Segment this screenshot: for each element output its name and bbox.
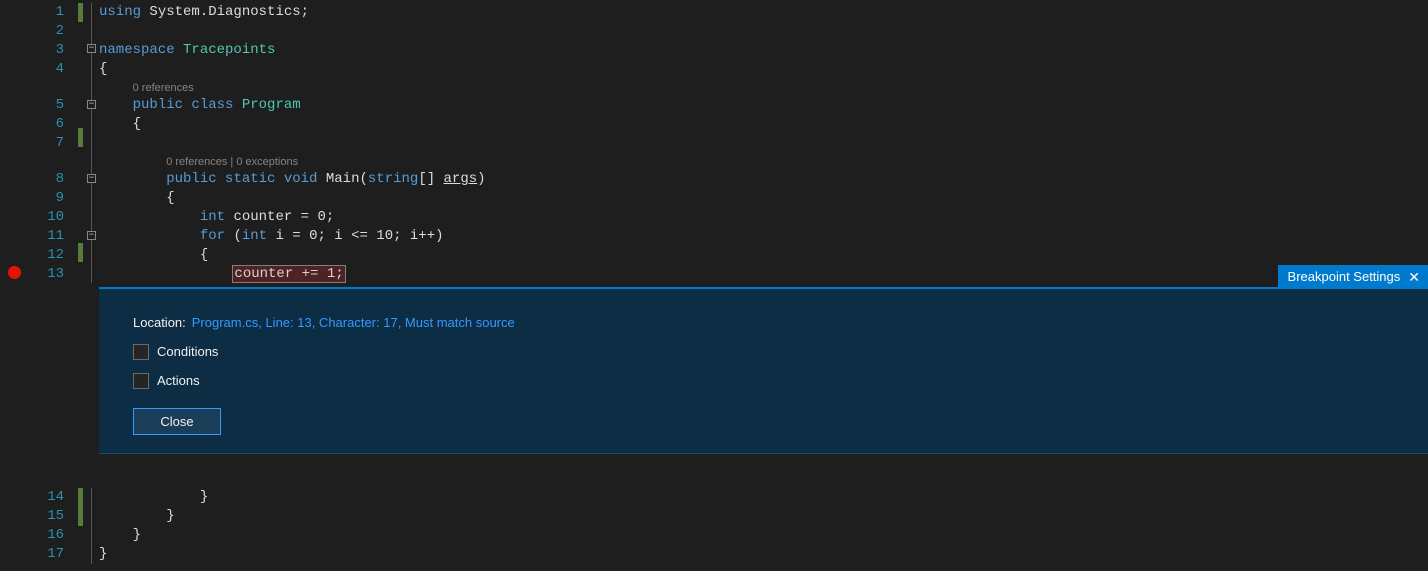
- line-number: 14: [28, 488, 64, 507]
- keyword: public: [133, 97, 183, 113]
- line-number-gutter: 14 15 16 17: [28, 488, 78, 568]
- line-number: 3: [28, 41, 64, 60]
- outline-gutter[interactable]: − − − −: [85, 0, 99, 571]
- conditions-label: Conditions: [157, 342, 218, 361]
- codelens[interactable]: 0 references | 0 exceptions: [166, 156, 298, 168]
- outline-gutter[interactable]: [85, 488, 99, 568]
- code-text: []: [418, 171, 443, 187]
- code-text: counter = 0;: [225, 209, 334, 225]
- brace: {: [133, 116, 141, 132]
- brace: }: [166, 508, 174, 524]
- change-mark: [78, 128, 83, 147]
- line-number: 9: [28, 189, 64, 208]
- highlighted-statement: counter += 1;: [233, 266, 344, 282]
- change-indicator-gutter: [78, 0, 85, 571]
- fold-toggle-icon[interactable]: −: [87, 231, 96, 240]
- type-name: Program: [233, 97, 300, 113]
- change-mark: [78, 243, 83, 262]
- change-indicator-gutter: [78, 488, 85, 568]
- brace: }: [99, 546, 107, 562]
- keyword: int: [242, 228, 267, 244]
- method-name: Main(: [317, 171, 367, 187]
- fold-toggle-icon[interactable]: −: [87, 44, 96, 53]
- location-label: Location:: [133, 313, 186, 332]
- code-text: System.Diagnostics;: [141, 4, 309, 20]
- line-number: 10: [28, 208, 64, 227]
- code-content[interactable]: } } } }: [99, 488, 208, 568]
- code-editor: 1 2 3 4 5 6 7 8 9 10 11 12 13 − − − − us…: [0, 0, 1428, 571]
- breakpoint-icon[interactable]: [8, 266, 21, 279]
- change-mark: [78, 488, 83, 526]
- keyword: class: [183, 97, 233, 113]
- line-number: 5: [28, 96, 64, 115]
- brace: }: [200, 489, 208, 505]
- glyph-margin[interactable]: [0, 488, 28, 568]
- glyph-margin[interactable]: [0, 0, 28, 571]
- code-content[interactable]: using System.Diagnostics; namespace Trac…: [99, 0, 1428, 571]
- actions-checkbox[interactable]: [133, 373, 149, 389]
- code-text: (: [225, 228, 242, 244]
- line-number: 2: [28, 22, 64, 41]
- keyword: string: [368, 171, 418, 187]
- param-name: args: [444, 171, 478, 187]
- fold-toggle-icon[interactable]: −: [87, 174, 96, 183]
- keyword: using: [99, 4, 141, 20]
- conditions-checkbox[interactable]: [133, 344, 149, 360]
- code-editor-lower: 14 15 16 17 } } } }: [0, 488, 208, 568]
- line-number: 13: [28, 265, 64, 284]
- breakpoint-settings-tab: Breakpoint Settings ✕: [1278, 265, 1428, 289]
- breakpoint-settings-panel: Breakpoint Settings ✕ Location: Program.…: [99, 287, 1428, 454]
- line-number: 1: [28, 3, 64, 22]
- codelens[interactable]: 0 references: [133, 82, 194, 94]
- brace: {: [200, 247, 208, 263]
- close-icon[interactable]: ✕: [1408, 270, 1420, 284]
- line-number: 4: [28, 60, 64, 79]
- actions-label: Actions: [157, 371, 200, 390]
- code-text: i = 0; i <= 10; i++): [267, 228, 443, 244]
- fold-toggle-icon[interactable]: −: [87, 100, 96, 109]
- panel-title: Breakpoint Settings: [1288, 267, 1401, 286]
- keyword: public: [166, 171, 216, 187]
- keyword: for: [200, 228, 225, 244]
- keyword: static: [217, 171, 276, 187]
- line-number: 11: [28, 227, 64, 246]
- line-number: 16: [28, 526, 64, 545]
- change-mark: [78, 3, 83, 22]
- line-number: 12: [28, 246, 64, 265]
- outline-line: [91, 488, 92, 564]
- line-number: 15: [28, 507, 64, 526]
- type-name: Tracepoints: [175, 42, 276, 58]
- brace: {: [166, 190, 174, 206]
- keyword: int: [200, 209, 225, 225]
- code-text: ): [477, 171, 485, 187]
- line-number: 7: [28, 134, 64, 153]
- brace: }: [133, 527, 141, 543]
- brace: {: [99, 61, 107, 77]
- line-number: 17: [28, 545, 64, 564]
- location-link[interactable]: Program.cs, Line: 13, Character: 17, Mus…: [192, 313, 515, 332]
- line-number: 6: [28, 115, 64, 134]
- close-button[interactable]: Close: [133, 408, 221, 435]
- line-number-gutter: 1 2 3 4 5 6 7 8 9 10 11 12 13: [28, 0, 78, 571]
- keyword: namespace: [99, 42, 175, 58]
- line-number: 8: [28, 170, 64, 189]
- keyword: void: [275, 171, 317, 187]
